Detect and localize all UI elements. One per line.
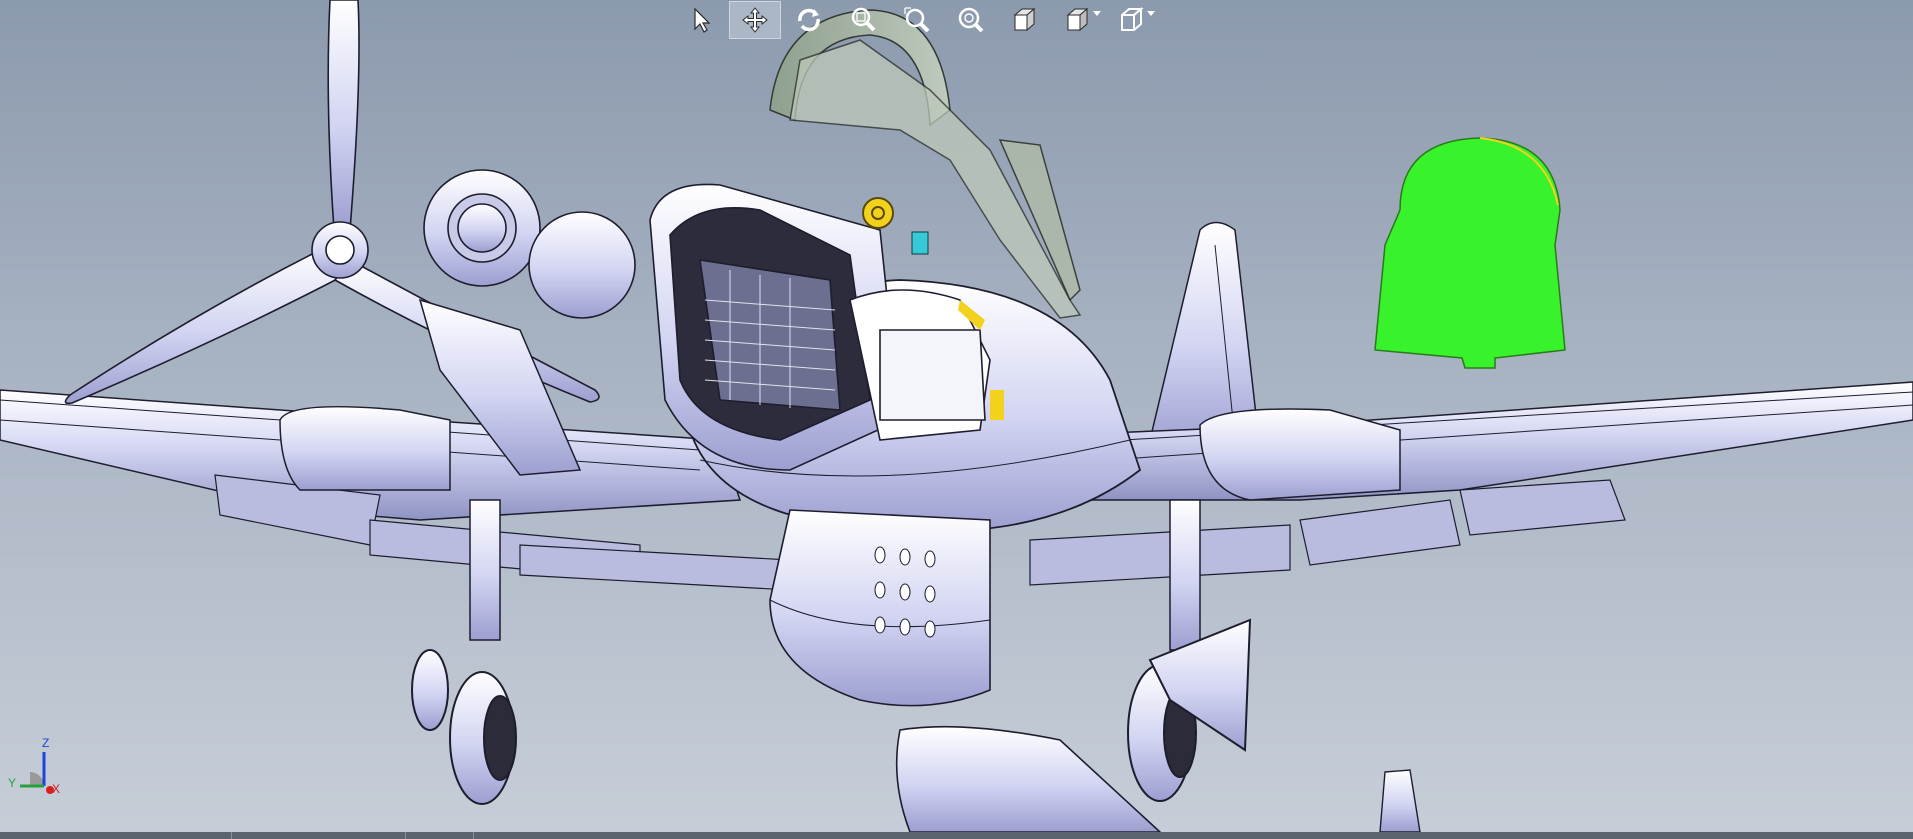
zoom-in-out-icon [958,7,984,33]
triad-y-label: Y [8,776,17,790]
left-wheel[interactable] [411,649,517,805]
pan-tool-button[interactable] [729,1,781,39]
heads-up-view-toolbar [675,0,1159,40]
section-view-button[interactable] [1107,1,1159,39]
view-orientation-button[interactable] [999,1,1051,39]
status-bar [0,832,1913,839]
zoom-to-area-icon [904,7,930,33]
graphics-viewport[interactable]: Z Y X [0,0,1913,832]
triad-x-label: X [52,782,61,796]
engine-cutaway[interactable] [649,183,991,471]
pan-move-icon [742,7,768,33]
aircraft-model[interactable] [0,0,1913,832]
triad-z-label: Z [42,736,50,750]
chevron-down-icon[interactable] [1093,11,1101,16]
gunsight [862,197,894,229]
select-arrow-icon [694,7,711,33]
status-segment [232,832,406,839]
status-segment [0,832,232,839]
selected-face[interactable] [1374,137,1566,369]
zoom-to-area-button[interactable] [891,1,943,39]
display-style-icon [1066,7,1089,32]
chevron-down-icon[interactable] [1147,11,1155,16]
zoom-in-out-button[interactable] [945,1,997,39]
section-cube-icon [1121,6,1144,31]
zoom-to-fit-icon [851,7,876,32]
radiator[interactable] [769,509,991,707]
zoom-to-fit-button[interactable] [837,1,889,39]
display-style-button[interactable] [1053,1,1105,39]
select-tool-button[interactable] [675,1,727,39]
rotate-view-icon [798,8,820,32]
right-wheel[interactable] [1127,618,1252,802]
cube-view-icon [1013,7,1036,32]
status-segment [474,832,1913,839]
spinner-cap[interactable] [528,211,636,319]
status-segment [406,832,474,839]
reference-triad: Z Y X [4,732,62,796]
rotate-tool-button[interactable] [783,1,835,39]
